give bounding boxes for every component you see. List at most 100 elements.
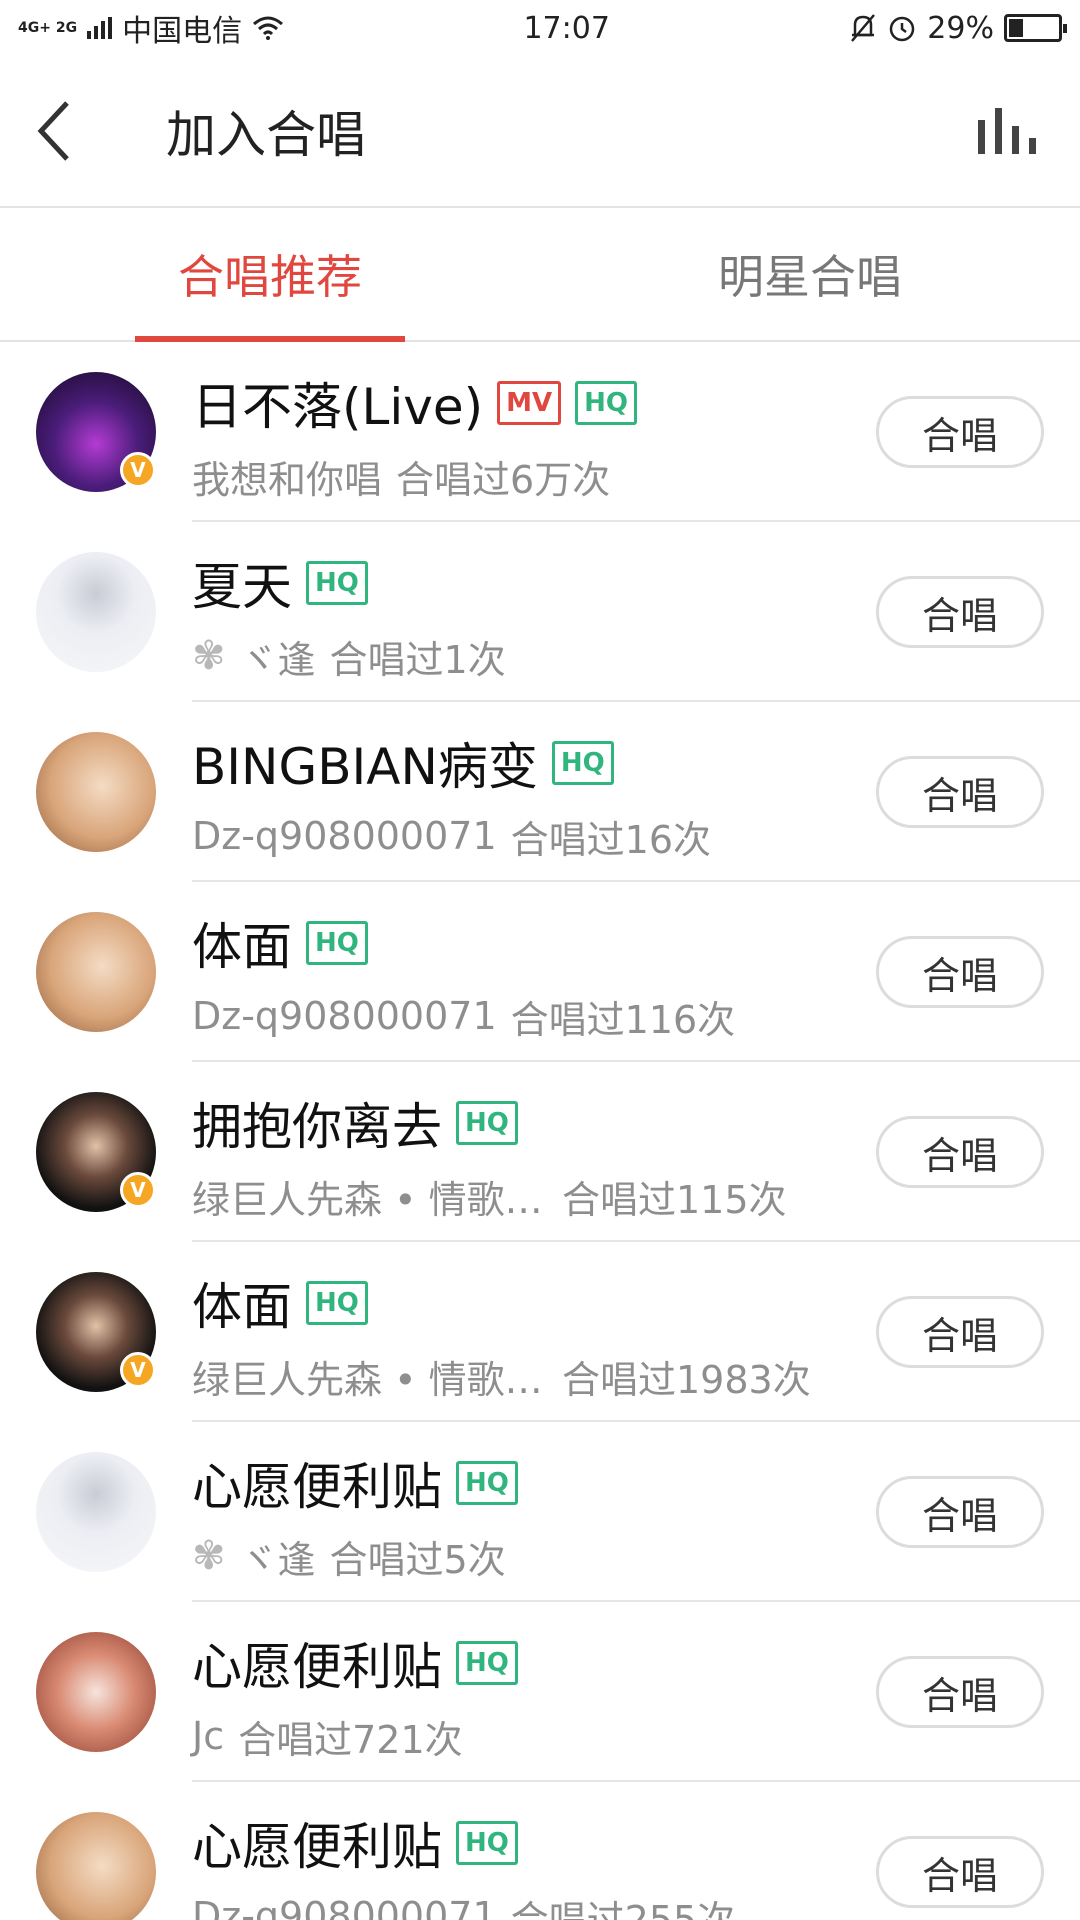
hq-tag: HQ [575, 380, 637, 425]
chorus-count: 合唱过255次 [510, 1897, 736, 1920]
chorus-button[interactable]: 合唱 [876, 936, 1044, 1008]
hq-tag: HQ [456, 1100, 518, 1145]
flower-icon: ✾ [192, 633, 226, 679]
status-right: 29% [849, 10, 1067, 46]
mv-tag: MV [497, 380, 562, 425]
list-item[interactable]: 心愿便利贴 HQ ✾ ヾ逢 合唱过5次 合唱 [0, 1422, 1080, 1602]
avatar[interactable] [36, 1812, 156, 1920]
back-button[interactable] [0, 56, 110, 206]
avatar[interactable] [36, 1632, 156, 1752]
author-name: Dz-q908000071 [192, 814, 497, 858]
avatar-container: V [0, 1062, 192, 1242]
list-item[interactable]: BINGBIAN病变 HQ Dz-q908000071 合唱过16次 合唱 [0, 702, 1080, 882]
item-info: 夏天 HQ ✾ ヾ逢 合唱过1次 [192, 541, 876, 684]
verified-badge: V [120, 452, 156, 488]
chorus-button[interactable]: 合唱 [876, 396, 1044, 468]
chorus-button[interactable]: 合唱 [876, 1836, 1044, 1908]
chorus-button[interactable]: 合唱 [876, 576, 1044, 648]
item-info: 拥抱你离去 HQ 绿巨人先森 • 情歌… 合唱过115次 [192, 1081, 876, 1224]
chorus-button[interactable]: 合唱 [876, 1296, 1044, 1368]
verified-badge: V [120, 1172, 156, 1208]
avatar-container: V [0, 1242, 192, 1422]
avatar[interactable] [36, 912, 156, 1032]
song-title: 心愿便利贴 [192, 1817, 442, 1876]
avatar-container [0, 702, 192, 882]
bar-chart-button[interactable] [978, 108, 1040, 154]
carrier-name: 中国电信 [122, 14, 243, 49]
item-info: 心愿便利贴 HQ ✾ ヾ逢 合唱过5次 [192, 1441, 876, 1584]
network-type: 4G+ 2G [18, 20, 78, 36]
item-info: 心愿便利贴 HQ Jc 合唱过721次 [192, 1621, 876, 1764]
chorus-button[interactable]: 合唱 [876, 1116, 1044, 1188]
avatar-container [0, 1602, 192, 1782]
list-item[interactable]: 心愿便利贴 HQ Jc 合唱过721次 合唱 [0, 1602, 1080, 1782]
chorus-button[interactable]: 合唱 [876, 1476, 1044, 1548]
list-item[interactable]: 心愿便利贴 HQ Dz-q908000071 合唱过255次 合唱 [0, 1782, 1080, 1920]
avatar[interactable] [36, 552, 156, 672]
author-name: 绿巨人先森 • 情歌… [192, 1177, 543, 1222]
song-title: 体面 [192, 917, 292, 976]
mute-bell-icon [851, 14, 876, 42]
author-name: ヾ逢 [239, 1537, 316, 1582]
list-item[interactable]: V 体面 HQ 绿巨人先森 • 情歌… 合唱过1983次 合唱 [0, 1242, 1080, 1422]
song-title: 心愿便利贴 [192, 1457, 442, 1516]
author-name: Dz-q908000071 [192, 1894, 497, 1920]
chevron-left-icon [37, 101, 69, 161]
song-title: 拥抱你离去 [192, 1097, 442, 1156]
alarm-icon [890, 16, 915, 42]
chorus-count: 合唱过1次 [329, 637, 506, 682]
chorus-list: V 日不落(Live) MV HQ 我想和你唱 合唱过6万次 合唱 夏天 HQ [0, 342, 1080, 1920]
battery-icon [1003, 14, 1067, 42]
song-title: 夏天 [192, 557, 292, 616]
song-title: 心愿便利贴 [192, 1637, 442, 1696]
item-info: BINGBIAN病变 HQ Dz-q908000071 合唱过16次 [192, 721, 876, 864]
hq-tag: HQ [456, 1460, 518, 1505]
song-title: 体面 [192, 1277, 292, 1336]
wifi-icon [253, 16, 284, 40]
hq-tag: HQ [306, 920, 368, 965]
status-bar: 4G+ 2G 中国电信 17:07 29% [0, 0, 1080, 56]
item-info: 体面 HQ 绿巨人先森 • 情歌… 合唱过1983次 [192, 1261, 876, 1404]
verified-badge: V [120, 1352, 156, 1388]
tab-bar: 合唱推荐 明星合唱 [0, 208, 1080, 342]
chorus-button[interactable]: 合唱 [876, 756, 1044, 828]
author-name: 我想和你唱 [192, 457, 383, 502]
avatar-container: V [0, 342, 192, 522]
page-title: 加入合唱 [166, 106, 366, 164]
chorus-count: 合唱过1983次 [562, 1357, 811, 1402]
chorus-count: 合唱过115次 [562, 1177, 787, 1222]
author-name: 绿巨人先森 • 情歌… [192, 1357, 543, 1402]
list-item[interactable]: 夏天 HQ ✾ ヾ逢 合唱过1次 合唱 [0, 522, 1080, 702]
chorus-count: 合唱过116次 [510, 997, 736, 1042]
item-info: 体面 HQ Dz-q908000071 合唱过116次 [192, 901, 876, 1044]
hq-tag: HQ [306, 560, 368, 605]
chorus-count: 合唱过6万次 [396, 457, 611, 502]
list-item[interactable]: 体面 HQ Dz-q908000071 合唱过116次 合唱 [0, 882, 1080, 1062]
item-info: 心愿便利贴 HQ Dz-q908000071 合唱过255次 [192, 1801, 876, 1920]
chorus-count: 合唱过16次 [510, 817, 711, 862]
chorus-button[interactable]: 合唱 [876, 1656, 1044, 1728]
chorus-count: 合唱过721次 [238, 1717, 463, 1762]
list-item[interactable]: V 日不落(Live) MV HQ 我想和你唱 合唱过6万次 合唱 [0, 342, 1080, 522]
author-name: Jc [192, 1714, 225, 1758]
avatar-container [0, 1782, 192, 1920]
hq-tag: HQ [456, 1640, 518, 1685]
clock: 17:07 [523, 10, 610, 46]
avatar-container [0, 522, 192, 702]
hq-tag: HQ [551, 740, 614, 785]
item-info: 日不落(Live) MV HQ 我想和你唱 合唱过6万次 [192, 361, 876, 504]
battery-percent: 29% [927, 10, 994, 46]
song-title: BINGBIAN病变 [192, 737, 538, 796]
tab-recommended[interactable]: 合唱推荐 [0, 208, 540, 340]
avatar-container [0, 1422, 192, 1602]
avatar[interactable] [36, 732, 156, 852]
tab-star-chorus[interactable]: 明星合唱 [540, 208, 1080, 340]
status-left: 4G+ 2G 中国电信 [18, 6, 284, 50]
hq-tag: HQ [306, 1280, 368, 1325]
avatar[interactable] [36, 1452, 156, 1572]
signal-icon [87, 17, 113, 39]
avatar-container [0, 882, 192, 1062]
list-item[interactable]: V 拥抱你离去 HQ 绿巨人先森 • 情歌… 合唱过115次 合唱 [0, 1062, 1080, 1242]
author-name: ヾ逢 [239, 637, 316, 682]
chorus-count: 合唱过5次 [329, 1537, 506, 1582]
